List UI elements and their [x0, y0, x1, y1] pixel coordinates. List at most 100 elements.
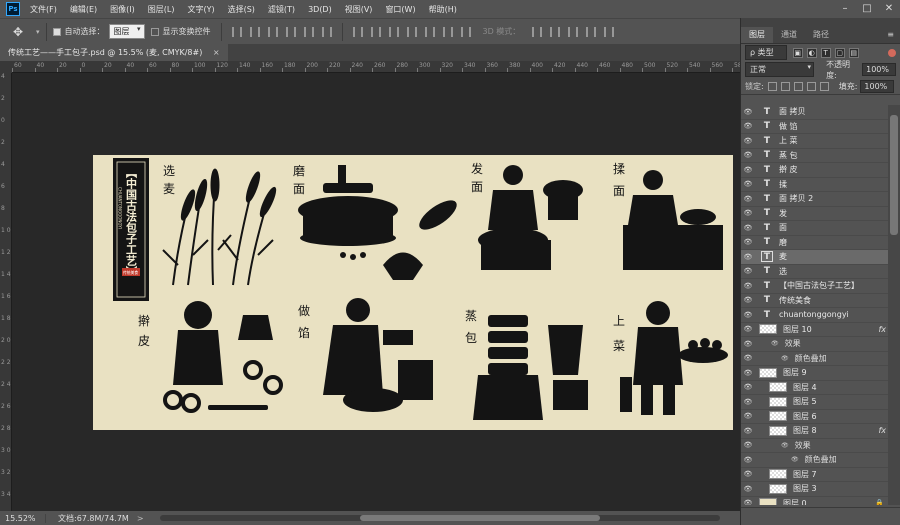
3d-scale-icon[interactable]	[604, 26, 615, 37]
visibility-eye-icon[interactable]: 👁	[741, 369, 755, 377]
maximize-icon[interactable]: □	[856, 0, 878, 18]
3d-rotate-icon[interactable]	[532, 26, 543, 37]
close-icon[interactable]: ✕	[878, 0, 900, 18]
effect-eye-icon[interactable]: 👁	[781, 442, 789, 449]
visibility-eye-icon[interactable]: 👁	[741, 311, 755, 319]
layer-row[interactable]: 👁 图层 4	[741, 381, 888, 395]
layer-row[interactable]: 👁 T 蒸 包	[741, 149, 888, 163]
effect-eye-icon[interactable]: 👁	[771, 340, 779, 347]
tab-layers[interactable]: 图层	[741, 27, 773, 43]
lock-transparent-icon[interactable]	[767, 81, 777, 91]
zoom-level[interactable]: 15.52%	[0, 513, 46, 523]
layer-row[interactable]: 👁 👁 效果	[741, 439, 888, 453]
visibility-eye-icon[interactable]: 👁	[741, 340, 755, 348]
horizontal-scrollbar[interactable]	[160, 515, 720, 521]
menu-layer[interactable]: 图层(L)	[148, 4, 175, 15]
filter-shape-icon[interactable]: ▢	[834, 47, 845, 58]
visibility-eye-icon[interactable]: 👁	[741, 485, 755, 493]
menu-edit[interactable]: 编辑(E)	[70, 4, 97, 15]
visibility-eye-icon[interactable]: 👁	[741, 427, 755, 435]
tool-preset-chevron-icon[interactable]: ▾	[36, 28, 40, 36]
layer-row[interactable]: 👁 T 擀 皮	[741, 163, 888, 178]
visibility-eye-icon[interactable]: 👁	[741, 325, 755, 333]
layer-row[interactable]: 👁 T 【中国古法包子工艺】	[741, 279, 888, 294]
visibility-eye-icon[interactable]: 👁	[741, 137, 755, 145]
filter-smartobject-icon[interactable]: ▤	[848, 47, 859, 58]
close-tab-icon[interactable]: ×	[213, 48, 220, 57]
menu-type[interactable]: 文字(Y)	[187, 4, 214, 15]
layers-scrollbar-thumb[interactable]	[890, 115, 898, 235]
distribute-hcenter-icon[interactable]	[424, 26, 435, 37]
distribute-vcenter-icon[interactable]	[370, 26, 381, 37]
layer-fx-badge[interactable]: fx	[878, 426, 886, 435]
visibility-eye-icon[interactable]: 👁	[741, 456, 755, 464]
visibility-eye-icon[interactable]: 👁	[741, 108, 755, 116]
visibility-eye-icon[interactable]: 👁	[741, 180, 755, 188]
effect-eye-icon[interactable]: 👁	[791, 456, 799, 463]
layer-row[interactable]: 👁 图层 5	[741, 395, 888, 410]
visibility-eye-icon[interactable]: 👁	[741, 282, 755, 290]
menu-file[interactable]: 文件(F)	[30, 4, 57, 15]
layer-row[interactable]: 👁 👁 效果	[741, 337, 888, 352]
layer-row[interactable]: 👁 T 面 拷贝	[741, 105, 888, 120]
menu-filter[interactable]: 滤镜(T)	[268, 4, 295, 15]
visibility-eye-icon[interactable]: 👁	[741, 296, 755, 304]
menu-image[interactable]: 图像(I)	[110, 4, 135, 15]
layer-row[interactable]: 👁 图层 0 🔒	[741, 497, 888, 505]
layer-row[interactable]: 👁 T 磨	[741, 236, 888, 250]
filter-type-icon[interactable]: T	[820, 47, 831, 58]
filter-pixel-icon[interactable]: ▣	[792, 47, 803, 58]
visibility-eye-icon[interactable]: 👁	[741, 441, 755, 449]
layer-row[interactable]: 👁 图层 6	[741, 410, 888, 424]
layer-row[interactable]: 👁 T 做 馅	[741, 120, 888, 134]
layer-row[interactable]: 👁 👁 颜色叠加	[741, 352, 888, 366]
vertical-ruler[interactable]: 4 2 0 2 4 6 8 1 0 1 2 1 4 1 6 1 8 2 0 2 2 2 4 2 6 2 8 3 0…	[0, 73, 12, 511]
menu-help[interactable]: 帮助(H)	[429, 4, 457, 15]
distribute-bottom-icon[interactable]	[388, 26, 399, 37]
distribute-top-icon[interactable]	[352, 26, 363, 37]
visibility-eye-icon[interactable]: 👁	[741, 195, 755, 203]
layer-row[interactable]: 👁 图层 10 fx	[741, 323, 888, 337]
horizontal-scrollbar-thumb[interactable]	[360, 515, 600, 521]
filter-toggle-icon[interactable]	[888, 48, 896, 57]
layer-fx-badge[interactable]: fx	[878, 325, 886, 334]
move-tool-icon[interactable]: ✥	[0, 25, 36, 39]
visibility-eye-icon[interactable]: 👁	[741, 151, 755, 159]
layer-row[interactable]: 👁 Tchuantonggongyi	[741, 308, 888, 323]
align-bottom-icon[interactable]	[267, 26, 278, 37]
visibility-eye-icon[interactable]: 👁	[741, 383, 755, 391]
align-top-icon[interactable]	[231, 26, 242, 37]
layer-row[interactable]: 👁 T 面	[741, 221, 888, 236]
3d-slide-icon[interactable]	[586, 26, 597, 37]
menu-window[interactable]: 窗口(W)	[385, 4, 415, 15]
visibility-eye-icon[interactable]: 👁	[741, 238, 755, 246]
align-hcenter-icon[interactable]	[303, 26, 314, 37]
3d-roll-icon[interactable]	[550, 26, 561, 37]
visibility-eye-icon[interactable]: 👁	[741, 209, 755, 217]
distribute-right-icon[interactable]	[442, 26, 453, 37]
layer-row[interactable]: 👁 图层 8 fx	[741, 424, 888, 439]
visibility-eye-icon[interactable]: 👁	[741, 398, 755, 406]
lock-pixels-icon[interactable]	[780, 81, 790, 91]
align-vcenter-icon[interactable]	[249, 26, 260, 37]
auto-select-dropdown[interactable]: 图层	[108, 24, 145, 39]
document-tab[interactable]: 传统工艺——手工包子.psd @ 15.5% (麦, CMYK/8#) ×	[0, 44, 228, 61]
minimize-icon[interactable]: –	[834, 0, 856, 18]
align-right-icon[interactable]	[321, 26, 332, 37]
opacity-input[interactable]: 100%	[862, 63, 896, 76]
filter-adjustment-icon[interactable]: ◐	[806, 47, 817, 58]
canvas-area[interactable]: 【中国古法包子工艺】 CHUANTONGGONGYI 传统美食 选 麦 磨 面 …	[12, 73, 740, 511]
tab-paths[interactable]: 路径	[805, 27, 837, 43]
fill-input[interactable]: 100%	[860, 79, 895, 93]
visibility-eye-icon[interactable]: 👁	[741, 412, 755, 420]
visibility-eye-icon[interactable]: 👁	[741, 354, 755, 362]
layers-scrollbar[interactable]	[888, 105, 900, 505]
distribute-left-icon[interactable]	[406, 26, 417, 37]
visibility-eye-icon[interactable]: 👁	[741, 166, 755, 174]
horizontal-ruler[interactable]: 60 40 20 0 20 40 60 80 100 120 140 160 180 200 220 240 2…	[12, 61, 740, 73]
layer-row[interactable]: 👁 T 传统美食	[741, 294, 888, 308]
layer-row[interactable]: 👁 T 选	[741, 265, 888, 279]
layer-row[interactable]: 👁 👁 颜色叠加	[741, 453, 888, 468]
visibility-eye-icon[interactable]: 👁	[741, 122, 755, 130]
layer-row[interactable]: 👁 T 麦	[741, 250, 888, 265]
